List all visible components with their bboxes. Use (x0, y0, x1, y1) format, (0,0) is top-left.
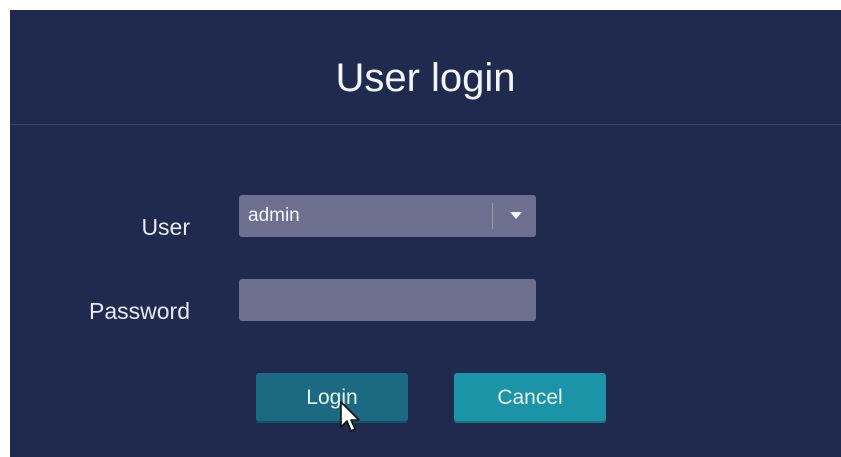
title-bar: User login (10, 10, 841, 125)
password-field[interactable] (239, 279, 536, 321)
login-dialog: User login User admin Password Login Can… (10, 10, 841, 457)
chevron-down-icon[interactable] (505, 204, 527, 226)
user-label: User (141, 214, 190, 240)
password-label: Password (89, 298, 190, 324)
user-select-value: admin (248, 205, 300, 226)
dialog-title: User login (335, 56, 516, 100)
user-select[interactable]: admin (239, 195, 536, 237)
select-divider (492, 203, 493, 229)
cancel-button[interactable]: Cancel (454, 373, 606, 423)
login-button[interactable]: Login (256, 373, 408, 423)
